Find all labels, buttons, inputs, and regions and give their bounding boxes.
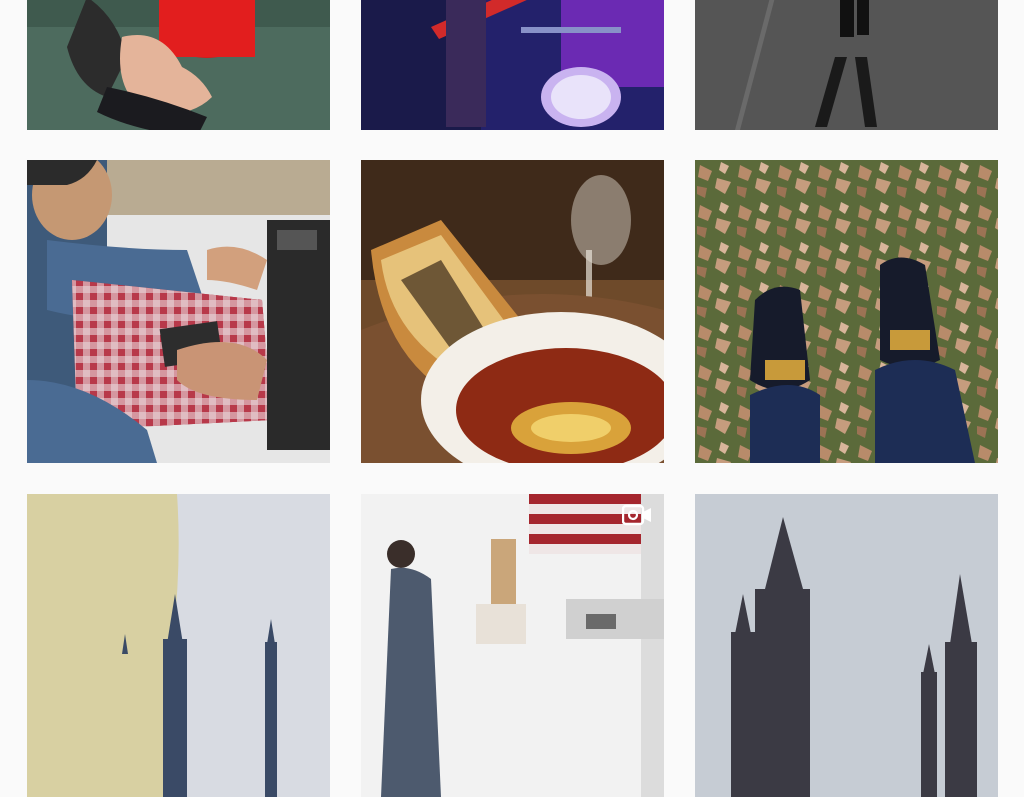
post-tile-sewing-machine-man[interactable]: [27, 160, 330, 463]
post-image: [695, 0, 998, 130]
post-image: [27, 494, 330, 797]
post-tile-pavement-shadow[interactable]: [695, 0, 998, 130]
post-tile-castle-torn-paper[interactable]: [27, 494, 330, 797]
post-tile-workshop-flag[interactable]: [361, 494, 664, 797]
post-image: [695, 160, 998, 463]
post-tile-grilled-cheese-tomato-soup[interactable]: [361, 160, 664, 463]
post-image: [361, 494, 664, 797]
video-camera-icon: [622, 504, 652, 526]
photo-grid: [0, 0, 1024, 797]
post-tile-hands-red-cup[interactable]: [27, 0, 330, 130]
post-image: [361, 160, 664, 463]
post-tile-band-purple-stage[interactable]: [361, 0, 664, 130]
post-tile-boots-autumn-leaves[interactable]: [695, 160, 998, 463]
post-image: [27, 160, 330, 463]
post-tile-castle-towers-sky[interactable]: [695, 494, 998, 797]
post-image: [27, 0, 330, 130]
post-image: [695, 494, 998, 797]
post-image: [361, 0, 664, 130]
